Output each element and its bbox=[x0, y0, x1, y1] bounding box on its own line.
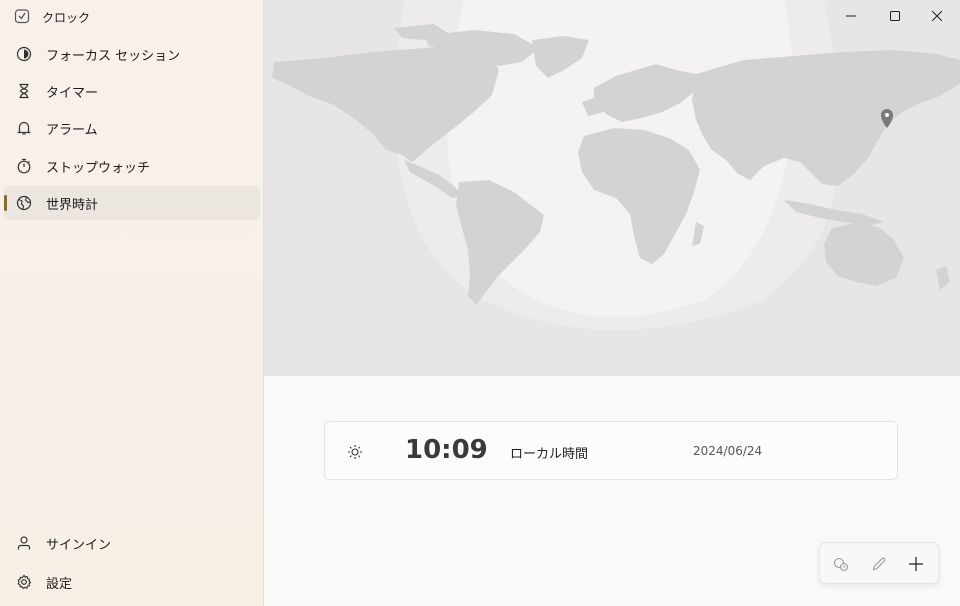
bell-icon bbox=[17, 121, 31, 135]
edit-button[interactable] bbox=[864, 549, 894, 579]
person-icon bbox=[17, 536, 31, 550]
clock-location-label: ローカル時間 bbox=[510, 447, 589, 462]
minimize-icon bbox=[846, 15, 856, 17]
sidebar-item-label: ストップウォッチ bbox=[46, 160, 151, 176]
sidebar-item-focus[interactable]: フォーカス セッション bbox=[4, 37, 260, 71]
globe-icon bbox=[16, 195, 32, 211]
sidebar-item-label: フォーカス セッション bbox=[46, 48, 181, 64]
compare-icon bbox=[833, 557, 849, 572]
active-indicator bbox=[4, 195, 7, 211]
stopwatch-icon bbox=[17, 158, 31, 174]
maximize-button[interactable] bbox=[872, 0, 918, 32]
sidebar-item-label: 設定 bbox=[46, 576, 73, 592]
sidebar-item-label: 世界時計 bbox=[46, 197, 99, 213]
app-title-bar: クロック bbox=[14, 8, 90, 27]
main-content bbox=[264, 0, 960, 606]
clock-date: 2024/06/24 bbox=[693, 444, 763, 458]
hourglass-icon bbox=[19, 83, 29, 99]
clock-time: 10:09 bbox=[405, 435, 488, 465]
sidebar-item-label: アラーム bbox=[46, 122, 98, 138]
sidebar: クロック フォーカス セッション タイマー アラーム ストップウォッチ 世界時計… bbox=[0, 0, 264, 606]
sidebar-item-stopwatch[interactable]: ストップウォッチ bbox=[4, 149, 260, 183]
sidebar-item-timer[interactable]: タイマー bbox=[4, 74, 260, 108]
action-bar bbox=[819, 542, 939, 584]
sidebar-item-alarm[interactable]: アラーム bbox=[4, 111, 260, 145]
sidebar-item-world-clock[interactable]: 世界時計 bbox=[4, 186, 260, 220]
add-button[interactable] bbox=[901, 549, 931, 579]
compare-button[interactable] bbox=[826, 549, 856, 579]
gear-icon bbox=[17, 574, 32, 590]
edit-icon bbox=[872, 557, 886, 571]
minimize-button[interactable] bbox=[828, 0, 874, 32]
sidebar-item-label: タイマー bbox=[46, 85, 99, 101]
clock-app-icon bbox=[14, 8, 30, 27]
maximize-icon bbox=[890, 11, 900, 21]
world-clock-card[interactable]: 10:09 ローカル時間 2024/06/24 bbox=[324, 421, 898, 480]
sun-icon bbox=[348, 445, 362, 459]
sidebar-item-settings[interactable]: 設定 bbox=[4, 565, 260, 599]
sidebar-item-sign-in[interactable]: サインイン bbox=[4, 526, 260, 560]
world-map[interactable] bbox=[264, 0, 960, 376]
add-icon bbox=[909, 557, 923, 571]
close-icon bbox=[932, 11, 942, 21]
app-title: クロック bbox=[42, 11, 91, 25]
focus-icon bbox=[16, 46, 32, 62]
close-button[interactable] bbox=[914, 0, 960, 32]
sidebar-item-label: サインイン bbox=[46, 537, 112, 553]
